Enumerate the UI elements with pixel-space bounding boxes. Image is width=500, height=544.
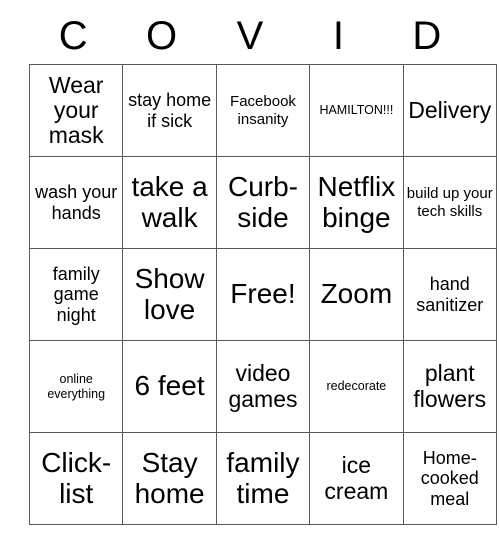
- bingo-cell[interactable]: plant flowers: [402, 340, 497, 433]
- bingo-cell-label: wash your hands: [35, 182, 118, 223]
- bingo-cell-label: stay home if sick: [128, 90, 212, 131]
- bingo-cell-label: Home-cooked meal: [420, 448, 479, 509]
- bingo-row: Click-list Stay home family time ice cre…: [28, 432, 497, 525]
- bingo-cell-label: Zoom: [320, 278, 393, 310]
- bingo-header-row: C O V I D: [29, 8, 471, 64]
- bingo-cell[interactable]: 6 feet: [122, 340, 217, 433]
- bingo-card: C O V I D Wear your mask stay home if si…: [28, 8, 497, 525]
- bingo-cell-label: online everything: [47, 372, 106, 401]
- bingo-cell[interactable]: Show love: [122, 248, 217, 341]
- bingo-cell[interactable]: video games: [215, 340, 311, 433]
- bingo-cell[interactable]: build up your tech skills: [402, 156, 497, 249]
- bingo-header-letter-5: D: [412, 14, 442, 58]
- bingo-header-letter-1: C: [58, 14, 88, 58]
- bingo-cell-free[interactable]: Free!: [215, 248, 311, 341]
- bingo-cell-label: video games: [228, 360, 298, 412]
- bingo-header-letter-3: V: [236, 14, 264, 58]
- bingo-cell-label: Click-list: [41, 447, 112, 509]
- bingo-cell[interactable]: redecorate: [309, 340, 404, 433]
- bingo-cell-label: hand sanitizer: [416, 274, 484, 315]
- bingo-cell[interactable]: Home-cooked meal: [402, 432, 497, 525]
- bingo-cell[interactable]: ice cream: [309, 432, 404, 525]
- bingo-cell[interactable]: Stay home: [122, 432, 217, 525]
- bingo-cell-label: build up your tech skills: [406, 185, 493, 220]
- bingo-cell[interactable]: Zoom: [309, 248, 404, 341]
- bingo-cell-label: Facebook insanity: [230, 93, 296, 128]
- bingo-cell-label: Delivery: [408, 96, 492, 123]
- bingo-cell[interactable]: Facebook insanity: [215, 64, 311, 157]
- bingo-cell[interactable]: hand sanitizer: [402, 248, 497, 341]
- bingo-header-letter-4: I: [332, 14, 344, 58]
- bingo-cell[interactable]: online everything: [28, 340, 124, 433]
- bingo-cell-label: Stay home: [134, 447, 205, 509]
- bingo-cell-label: Show love: [134, 263, 205, 325]
- bingo-cell[interactable]: Netflix binge: [309, 156, 404, 249]
- bingo-row: wash your hands take a walk Curb-side Ne…: [28, 156, 497, 249]
- bingo-row: online everything 6 feet video games red…: [28, 340, 497, 433]
- bingo-cell[interactable]: stay home if sick: [122, 64, 217, 157]
- bingo-cell[interactable]: Delivery: [402, 64, 497, 157]
- bingo-cell-label: Netflix binge: [317, 171, 396, 233]
- bingo-cell[interactable]: Click-list: [28, 432, 124, 525]
- bingo-cell[interactable]: family game night: [28, 248, 124, 341]
- bingo-cell-label: HAMILTON!!!: [319, 103, 394, 118]
- bingo-cell-label: family game night: [52, 264, 100, 325]
- bingo-cell-label: redecorate: [326, 379, 387, 394]
- bingo-cell[interactable]: wash your hands: [28, 156, 124, 249]
- bingo-header-letter-2: O: [146, 14, 178, 58]
- bingo-cell-label: plant flowers: [413, 360, 487, 412]
- bingo-cell-label: ice cream: [324, 452, 389, 504]
- bingo-row: Wear your mask stay home if sick Faceboo…: [28, 64, 497, 157]
- bingo-cell-label: family time: [226, 447, 300, 509]
- bingo-cell[interactable]: Wear your mask: [28, 64, 124, 157]
- bingo-cell[interactable]: take a walk: [122, 156, 217, 249]
- bingo-cell-label: Curb-side: [227, 171, 298, 233]
- bingo-cell-label: Free!: [230, 278, 296, 310]
- bingo-cell-label: take a walk: [131, 171, 208, 233]
- bingo-grid: Wear your mask stay home if sick Faceboo…: [28, 64, 497, 525]
- bingo-row: family game night Show love Free! Zoom h…: [28, 248, 497, 341]
- bingo-cell-label: Wear your mask: [48, 71, 104, 149]
- bingo-cell[interactable]: Curb-side: [215, 156, 311, 249]
- bingo-cell[interactable]: family time: [215, 432, 311, 525]
- bingo-cell-label: 6 feet: [134, 370, 205, 402]
- bingo-cell[interactable]: HAMILTON!!!: [309, 64, 404, 157]
